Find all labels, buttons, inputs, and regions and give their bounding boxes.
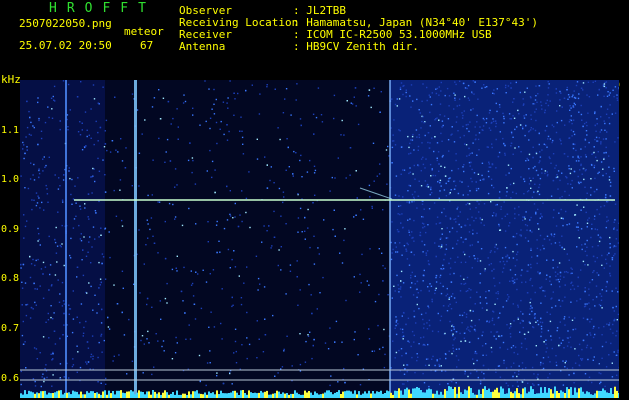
noisy-band [390,80,619,398]
mode-label: meteor [124,25,164,38]
detection-count: 67 [140,39,154,52]
antenna-value: : HB9CV Zenith dir. [293,40,419,53]
y-tick: 0.6 [1,373,20,384]
y-tick: 1.0 [1,174,20,185]
spectrogram-plot [20,80,619,398]
filename: 2507022050.png [19,17,112,30]
vertical-noise-stripe [134,80,137,398]
datetime: 25.07.02 20:50 [19,39,112,52]
vertical-noise-stripe [389,80,391,398]
y-tick: 0.8 [1,273,20,284]
y-tick: 1.1 [1,125,20,136]
hrofft-display: HROFFT 2507022050.png meteor 25.07.02 20… [0,0,629,400]
antenna-label: Antenna [179,40,226,53]
app-brand: HROFFT [49,1,156,16]
y-axis-unit: kHz [1,73,21,86]
y-tick: 0.7 [1,323,20,334]
quiet-band [105,80,390,398]
vertical-noise-stripe [65,80,67,398]
spectrogram-canvas [20,80,619,398]
y-tick: 0.9 [1,224,20,235]
